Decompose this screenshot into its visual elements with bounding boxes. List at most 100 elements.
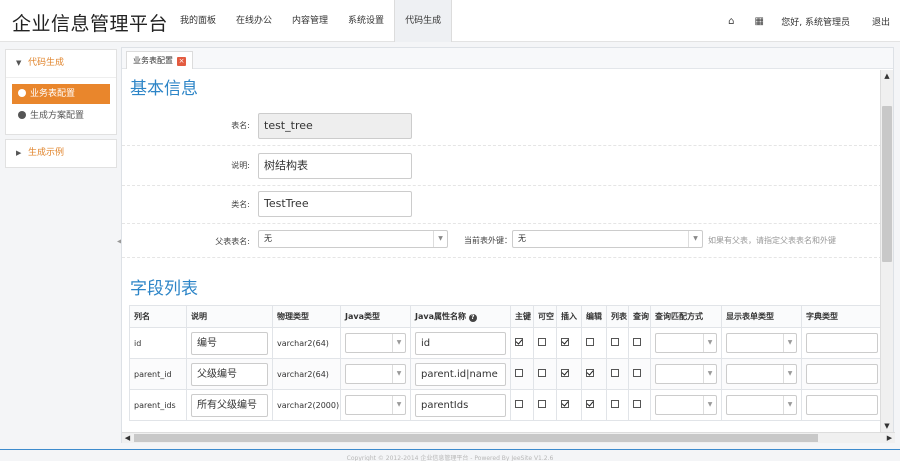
nav-online-office[interactable]: 在线办公	[226, 0, 282, 42]
cell-desc: 编号	[186, 327, 273, 359]
dict-type-input[interactable]	[806, 364, 878, 384]
pk-checkbox[interactable]	[515, 369, 523, 377]
java-type-select[interactable]: ▼	[345, 395, 406, 415]
nullable-checkbox[interactable]	[538, 369, 546, 377]
java-prop-input[interactable]: id	[415, 331, 506, 355]
close-icon[interactable]: ×	[177, 57, 186, 66]
scroll-up-icon[interactable]: ▲	[881, 70, 893, 82]
cell-edit	[581, 358, 607, 390]
query-checkbox[interactable]	[633, 369, 641, 377]
java-prop-input[interactable]: parent.id|name	[415, 362, 506, 386]
desc-input[interactable]: 父级编号	[191, 362, 268, 386]
chevron-down-icon: ▼	[392, 396, 405, 414]
foreign-key-select[interactable]: 无 ▼	[512, 230, 703, 248]
col-header-name: 列名	[129, 305, 187, 328]
class-name-field[interactable]: TestTree	[258, 191, 412, 217]
cell-phys-type: varchar2(64)	[272, 358, 341, 390]
cell-list	[606, 389, 629, 421]
cell-query	[628, 358, 651, 390]
pk-checkbox[interactable]	[515, 338, 523, 346]
chevron-right-icon: ▶	[16, 149, 22, 157]
sidebar-group-codegen-header[interactable]: ▼ 代码生成	[6, 50, 116, 77]
insert-checkbox[interactable]	[561, 400, 569, 408]
cell-pk	[510, 327, 534, 359]
top-navbar: 企业信息管理平台 我的面板 在线办公 内容管理 系统设置 代码生成 ⌂ ▦ 您好…	[0, 0, 900, 42]
cell-show-type: ▼	[721, 327, 802, 359]
query-type-select[interactable]: ▼	[655, 364, 717, 384]
user-greeting[interactable]: 您好, 系统管理员	[781, 15, 850, 28]
vertical-scroll-thumb[interactable]	[882, 106, 892, 262]
edit-checkbox[interactable]	[586, 400, 594, 408]
show-type-select[interactable]: ▼	[726, 395, 797, 415]
list-checkbox[interactable]	[611, 338, 619, 346]
nullable-checkbox[interactable]	[538, 338, 546, 346]
logout-link[interactable]: 退出	[872, 15, 890, 28]
list-checkbox[interactable]	[611, 400, 619, 408]
show-type-select[interactable]: ▼	[726, 364, 797, 384]
nav-content-management[interactable]: 内容管理	[282, 0, 338, 42]
grid-icon[interactable]: ▦	[745, 16, 773, 27]
fields-table: 列名 说明 物理类型 Java类型 Java属性名称 ? 主键 可空 插入 编辑…	[129, 305, 883, 421]
java-type-select[interactable]: ▼	[345, 333, 406, 353]
query-type-select[interactable]: ▼	[655, 333, 717, 353]
home-icon[interactable]: ⌂	[717, 16, 745, 27]
pk-checkbox[interactable]	[515, 400, 523, 408]
table-name-field[interactable]: test_tree	[258, 113, 412, 139]
cell-query-type: ▼	[650, 358, 722, 390]
sidebar-group-label: 代码生成	[28, 58, 65, 68]
nav-my-panel[interactable]: 我的面板	[170, 0, 226, 42]
dict-type-input[interactable]	[806, 395, 878, 415]
col-header-nullable: 可空	[533, 305, 557, 328]
sidebar-group-examples: ▶ 生成示例	[5, 139, 117, 168]
java-type-select[interactable]: ▼	[345, 364, 406, 384]
tab-table-config[interactable]: 业务表配置 ×	[126, 51, 193, 69]
nullable-checkbox[interactable]	[538, 400, 546, 408]
cell-edit	[581, 327, 607, 359]
chevron-down-icon: ▼	[783, 334, 796, 352]
horizontal-scroll-thumb[interactable]	[134, 434, 818, 442]
circle-arrow-icon	[18, 89, 26, 97]
scroll-left-icon[interactable]: ◀	[122, 433, 133, 443]
desc-input[interactable]: 编号	[191, 331, 268, 355]
horizontal-scrollbar[interactable]: ◀ ▶	[122, 432, 895, 443]
cell-desc: 所有父级编号	[186, 389, 273, 421]
cell-java-type: ▼	[340, 358, 411, 390]
cell-query-type: ▼	[650, 327, 722, 359]
parent-table-value: 无	[264, 234, 272, 243]
cell-java-type: ▼	[340, 389, 411, 421]
query-checkbox[interactable]	[633, 338, 641, 346]
edit-checkbox[interactable]	[586, 338, 594, 346]
scroll-down-icon[interactable]: ▼	[881, 420, 893, 432]
query-type-select[interactable]: ▼	[655, 395, 717, 415]
form-row-class-name: 类名: TestTree	[122, 186, 882, 224]
sidebar-item-table-config[interactable]: 业务表配置	[12, 84, 110, 104]
cell-query-type: ▼	[650, 389, 722, 421]
comment-field[interactable]: 树结构表	[258, 153, 412, 179]
insert-checkbox[interactable]	[561, 369, 569, 377]
sidebar-group-examples-header[interactable]: ▶ 生成示例	[6, 140, 116, 167]
vertical-scrollbar[interactable]: ▲ ▼	[880, 70, 893, 432]
java-prop-input[interactable]: parentIds	[415, 393, 506, 417]
chevron-down-icon: ▼	[703, 334, 716, 352]
col-header-show-type: 显示表单类型	[721, 305, 802, 328]
query-checkbox[interactable]	[633, 400, 641, 408]
footer-divider	[0, 449, 900, 450]
insert-checkbox[interactable]	[561, 338, 569, 346]
nav-system-settings[interactable]: 系统设置	[338, 0, 394, 42]
cell-java-prop: parent.id|name	[410, 358, 511, 390]
sidebar-group-label: 生成示例	[28, 148, 65, 158]
dict-type-input[interactable]	[806, 333, 878, 353]
nav-code-generation[interactable]: 代码生成	[394, 0, 453, 42]
list-checkbox[interactable]	[611, 369, 619, 377]
chevron-down-icon: ▼	[703, 396, 716, 414]
sidebar-item-scheme-config[interactable]: 生成方案配置	[12, 106, 110, 126]
show-type-select[interactable]: ▼	[726, 333, 797, 353]
main-panel: 业务表配置 × 基本信息 表名: test_tree 说明: 树结构表 类名: T…	[121, 47, 895, 443]
cell-edit	[581, 389, 607, 421]
brand-title[interactable]: 企业信息管理平台	[12, 9, 168, 36]
info-icon[interactable]: ?	[468, 314, 477, 322]
edit-checkbox[interactable]	[586, 369, 594, 377]
cell-pk	[510, 389, 534, 421]
desc-input[interactable]: 所有父级编号	[191, 393, 268, 417]
scroll-right-icon[interactable]: ▶	[884, 433, 895, 443]
